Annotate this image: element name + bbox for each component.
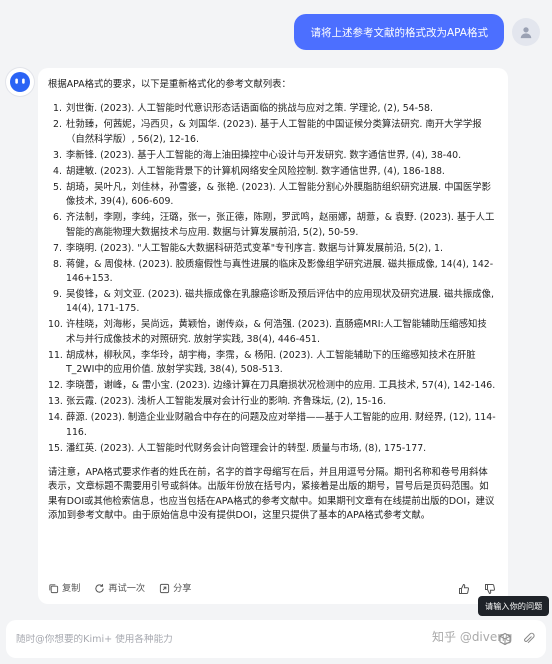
copy-label: 复制 bbox=[62, 582, 81, 594]
reference-list: 1. 刘世衡. (2023). 人工智能时代意识形态话语面临的挑战与应对之策. 学… bbox=[48, 102, 496, 456]
tooltip: 请输入你的问题 bbox=[478, 596, 550, 616]
thumbs-down-button[interactable] bbox=[484, 583, 496, 595]
list-item: 3. 李新锋. (2023). 基于人工智能的海上油田操控中心设计与开发研究. 数… bbox=[48, 149, 496, 163]
list-item: 14. 薛源. (2023). 制造企业业财融合中存在的问题及应对举措——基于人工… bbox=[48, 411, 496, 440]
reference-text: 李晓明. (2023). "人工智能&大数据科研范式变革"专刊序言. 数据与计算… bbox=[66, 242, 443, 254]
item-number: 11. bbox=[48, 349, 63, 361]
kimi-logo-icon bbox=[10, 72, 30, 92]
item-number: 15. bbox=[48, 442, 63, 454]
item-number: 1. bbox=[53, 103, 62, 115]
item-number: 6. bbox=[53, 212, 62, 224]
share-icon bbox=[160, 584, 170, 594]
list-item: 8. 蒋健，& 周俊林. (2023). 胶质瘤假性与真性进展的临床及影像组学研究… bbox=[48, 258, 496, 287]
response-actions: 复制 再试一次 分享 bbox=[48, 582, 496, 596]
item-number: 4. bbox=[53, 165, 62, 177]
kimi-avatar bbox=[6, 68, 34, 96]
list-item: 2. 杜勃臻，何茜妮，冯西贝，& 刘国华. (2023). 基于人工智能的中国证候… bbox=[48, 118, 496, 147]
watermark: 知乎 @diveng bbox=[432, 630, 513, 644]
reference-text: 吴俊锋，& 刘文亚. (2023). 磁共振成像在乳腺癌诊断及预后评估中的应用现… bbox=[66, 289, 494, 315]
copy-icon bbox=[49, 584, 59, 594]
reference-text: 张云霞. (2023). 浅析人工智能发展对会计行业的影响. 齐鲁珠坛, (2)… bbox=[66, 396, 387, 408]
attach-icon bbox=[524, 632, 535, 644]
list-item: 10. 许桂晓，刘海彬，吴尚远，黄颖怡，谢传焱，& 何浩强. (2023). 直肠… bbox=[48, 318, 496, 347]
item-number: 5. bbox=[53, 181, 62, 193]
reference-text: 齐法制，李刚，李纯，汪璐，张一，张正德，陈刚，罗武鸣，赵丽娜，胡薏，& 袁野. … bbox=[66, 212, 495, 238]
user-message-bubble: 请将上述参考文献的格式改为APA格式 bbox=[294, 14, 504, 50]
reference-text: 杜勃臻，何茜妮，冯西贝，& 刘国华. (2023). 基于人工智能的中国证候分类… bbox=[66, 119, 482, 145]
reference-text: 李晓蕾，谢峰，& 雷小宝. (2023). 边缘计算在刀具磨损状况检测中的应用.… bbox=[66, 380, 496, 392]
share-button[interactable]: 分享 bbox=[159, 582, 192, 596]
assistant-response: 根据APA格式的要求，以下是重新格式化的参考文献列表： 1. 刘世衡. (2023… bbox=[38, 68, 508, 604]
feedback-group bbox=[444, 583, 496, 595]
reference-text: 胡成林，柳秋风，李华玲，胡宇梅，李霈，& 杨阳. (2023). 人工智能辅助下… bbox=[66, 349, 476, 376]
item-number: 10. bbox=[48, 319, 63, 331]
list-item: 9. 吴俊锋，& 刘文亚. (2023). 磁共振成像在乳腺癌诊断及预后评估中的应… bbox=[48, 288, 496, 317]
list-item: 1. 刘世衡. (2023). 人工智能时代意识形态话语面临的挑战与应对之策. 学… bbox=[48, 102, 496, 116]
item-number: 7. bbox=[53, 242, 62, 254]
item-number: 8. bbox=[53, 258, 62, 270]
share-label: 分享 bbox=[173, 582, 192, 594]
chat-input[interactable] bbox=[16, 633, 488, 645]
list-item: 13. 张云霞. (2023). 浅析人工智能发展对会计行业的影响. 齐鲁珠坛, … bbox=[48, 395, 496, 409]
reference-text: 蒋健，& 周俊林. (2023). 胶质瘤假性与真性进展的临床及影像组学研究进展… bbox=[66, 258, 494, 285]
copy-button[interactable]: 复制 bbox=[48, 582, 80, 596]
user-icon bbox=[520, 27, 532, 39]
thumbs-up-icon bbox=[459, 583, 470, 594]
item-number: 12. bbox=[48, 380, 63, 392]
item-number: 14. bbox=[48, 412, 63, 424]
reference-text: 李新锋. (2023). 基于人工智能的海上油田操控中心设计与开发研究. 数字通… bbox=[66, 149, 462, 161]
item-number: 2. bbox=[53, 119, 62, 131]
list-item: 15. 潘红英. (2023). 人工智能时代财务会计向管理会计的转型. 质量与市… bbox=[48, 442, 496, 456]
reference-text: 许桂晓，刘海彬，吴尚远，黄颖怡，谢传焱，& 何浩强. (2023). 直肠癌MR… bbox=[66, 319, 487, 345]
list-item: 4. 胡建敏. (2023). 人工智能背景下的计算机网络安全风险控制. 数字通信… bbox=[48, 165, 496, 179]
reference-text: 刘世衡. (2023). 人工智能时代意识形态话语面临的挑战与应对之策. 学理论… bbox=[66, 103, 433, 115]
response-note: 请注意，APA格式要求作者的姓氏在前，名字的首字母缩写在后，并且用逗号分隔。期刊… bbox=[48, 467, 495, 522]
reference-text: 胡建敏. (2023). 人工智能背景下的计算机网络安全风险控制. 数字通信世界… bbox=[66, 165, 445, 177]
regenerate-button[interactable]: 再试一次 bbox=[94, 582, 145, 596]
response-intro: 根据APA格式的要求，以下是重新格式化的参考文献列表： bbox=[48, 79, 291, 90]
thumbs-up-button[interactable] bbox=[458, 583, 470, 595]
list-item: 5. 胡琦，吴叶凡，刘佳林，孙雪婆，& 张艳. (2023). 人工智能分割心外膜… bbox=[48, 181, 496, 210]
item-number: 13. bbox=[48, 396, 63, 408]
list-item: 12. 李晓蕾，谢峰，& 雷小宝. (2023). 边缘计算在刀具磨损状况检测中的… bbox=[48, 379, 496, 393]
list-item: 11. 胡成林，柳秋风，李华玲，胡宇梅，李霈，& 杨阳. (2023). 人工智能… bbox=[48, 349, 496, 378]
refresh-icon bbox=[95, 584, 105, 593]
list-item: 7. 李晓明. (2023). "人工智能&大数据科研范式变革"专刊序言. 数据与… bbox=[48, 242, 496, 256]
user-avatar[interactable] bbox=[512, 18, 540, 46]
reference-text: 薛源. (2023). 制造企业业财融合中存在的问题及应对举措——基于人工智能的… bbox=[66, 412, 496, 438]
reference-text: 胡琦，吴叶凡，刘佳林，孙雪婆，& 张艳. (2023). 人工智能分割心外膜脂肪… bbox=[66, 181, 491, 208]
list-item: 6. 齐法制，李刚，李纯，汪璐，张一，张正德，陈刚，罗武鸣，赵丽娜，胡薏，& 袁野… bbox=[48, 211, 496, 240]
item-number: 3. bbox=[53, 149, 62, 161]
attach-button[interactable] bbox=[522, 632, 536, 646]
reference-text: 潘红英. (2023). 人工智能时代财务会计向管理会计的转型. 质量与市场, … bbox=[66, 442, 427, 454]
item-number: 9. bbox=[53, 289, 62, 301]
regenerate-label: 再试一次 bbox=[108, 582, 146, 594]
user-message-row: 请将上述参考文献的格式改为APA格式 bbox=[40, 14, 540, 50]
thumbs-down-icon bbox=[485, 583, 496, 594]
